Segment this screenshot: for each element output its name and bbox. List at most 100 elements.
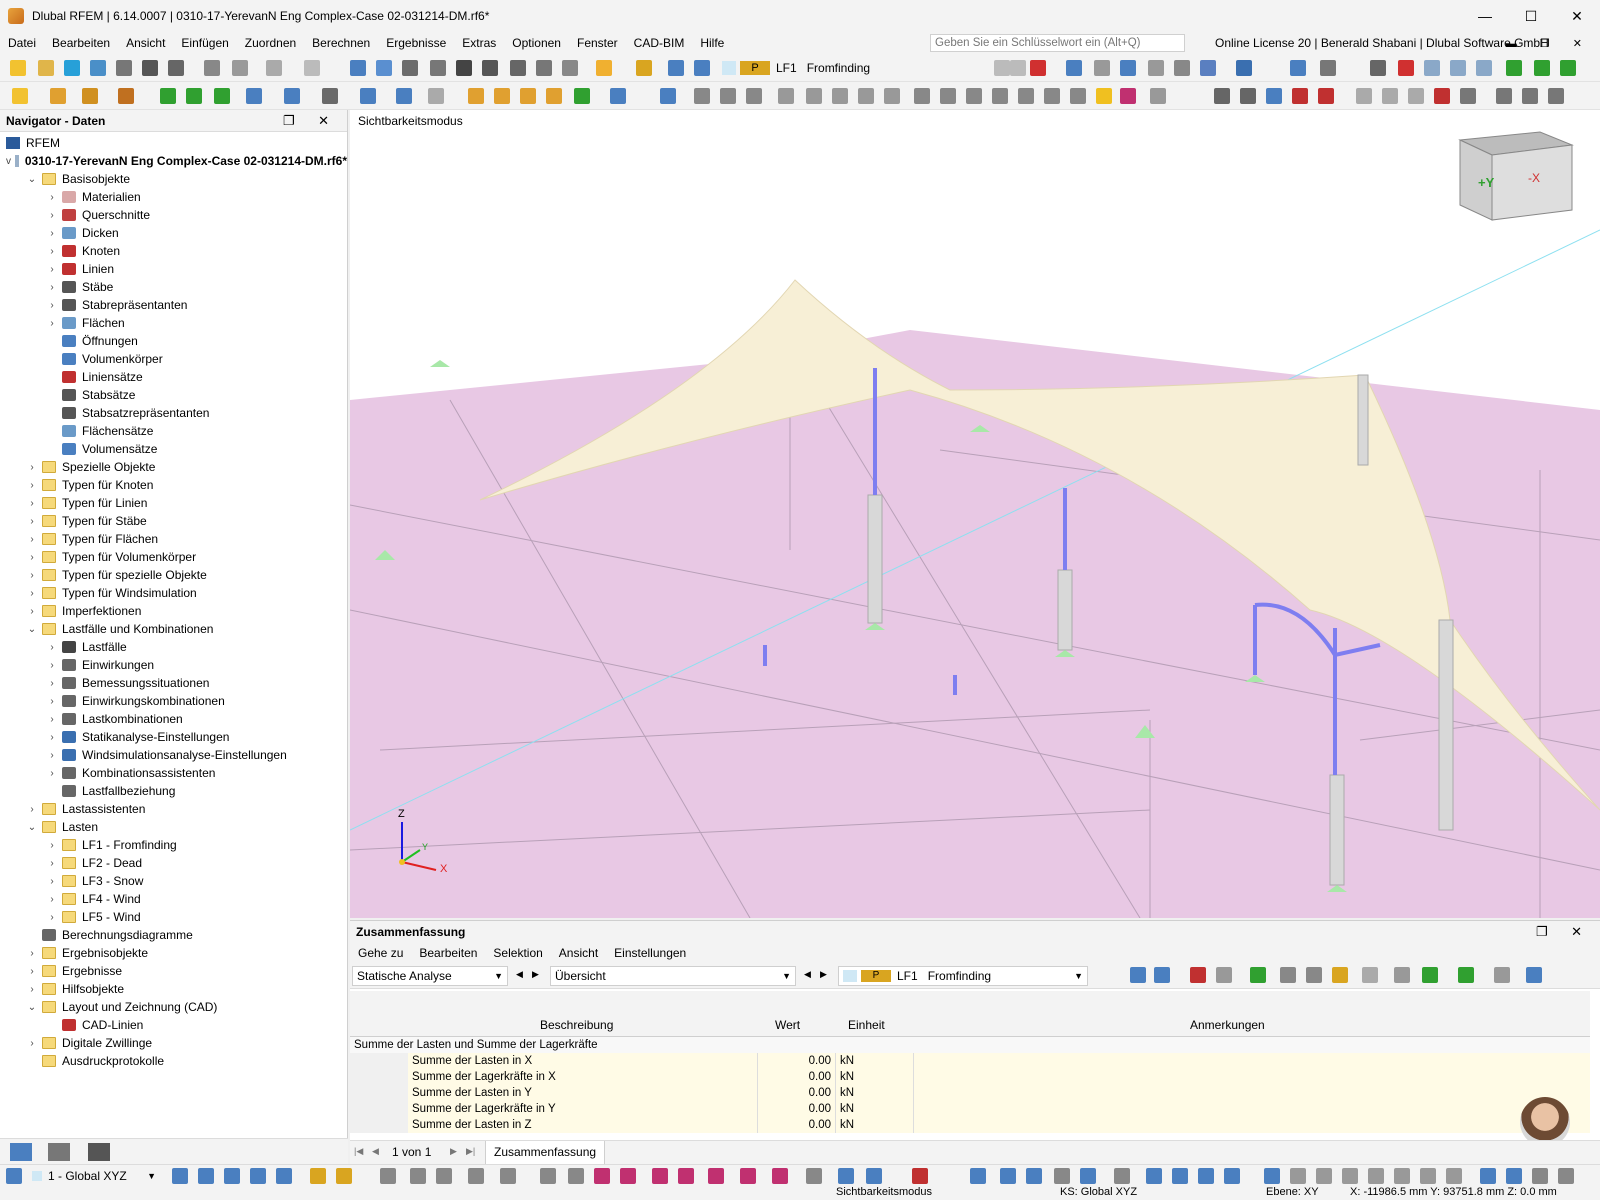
surface-load-icon[interactable]	[546, 88, 562, 104]
cloud-icon[interactable]	[64, 60, 80, 76]
symmetry-icon[interactable]	[1408, 88, 1424, 104]
line-load-icon[interactable]	[494, 88, 510, 104]
navigator-window-controls[interactable]: ❐ ✕	[283, 113, 339, 129]
expand-icon[interactable]: ›	[46, 246, 58, 257]
snap-end-icon[interactable]	[250, 1168, 266, 1184]
axis-y-icon[interactable]	[1534, 60, 1550, 76]
tree-item[interactable]: › Kombinationsassistenten	[0, 764, 347, 782]
spring-create-icon[interactable]	[214, 88, 230, 104]
keyword-search-input[interactable]: Geben Sie ein Schlüsselwort ein (Alt+Q)	[930, 34, 1185, 52]
expand-icon[interactable]: ›	[26, 570, 38, 581]
undo-icon[interactable]	[266, 60, 282, 76]
angle-tool-icon[interactable]	[336, 1168, 352, 1184]
settings-icon[interactable]	[1370, 60, 1386, 76]
tree-item[interactable]: › Imperfektionen	[0, 602, 347, 620]
animation-icon[interactable]	[1290, 60, 1306, 76]
tree-item[interactable]: ⌄ Lastfälle und Kombinationen	[0, 620, 347, 638]
grid-snap-toggle-icon[interactable]	[1000, 1168, 1016, 1184]
table-filter-icon[interactable]	[1526, 967, 1542, 983]
tree-item[interactable]: ⌄ Layout und Zeichnung (CAD)	[0, 998, 347, 1016]
expand-icon[interactable]: ›	[26, 498, 38, 509]
model-canvas[interactable]: +Y -X Z Y X	[350, 110, 1600, 918]
arc-draw-icon[interactable]	[468, 1168, 484, 1184]
menu-hilfe[interactable]: Hilfe	[692, 36, 732, 50]
expand-icon[interactable]: ›	[46, 192, 58, 203]
view-toggle-2-icon[interactable]	[1506, 1168, 1522, 1184]
expand-icon[interactable]: ›	[46, 768, 58, 779]
tree-item[interactable]: Liniensätze	[0, 368, 347, 386]
line-draw-icon[interactable]	[380, 1168, 396, 1184]
layer-2-icon[interactable]	[1522, 88, 1538, 104]
summary-menu-settings[interactable]: Einstellungen	[606, 946, 694, 960]
filter-icon[interactable]	[660, 88, 676, 104]
menu-zuordnen[interactable]: Zuordnen	[237, 36, 304, 50]
connect-icon[interactable]	[1070, 88, 1086, 104]
tree-item[interactable]: › Stäbe	[0, 278, 347, 296]
tree-item[interactable]: › Typen für Linien	[0, 494, 347, 512]
expand-icon[interactable]: ›	[46, 732, 58, 743]
tree-item[interactable]: › Stabrepräsentanten	[0, 296, 347, 314]
next-arrow-icon[interactable]: ▶	[532, 969, 539, 980]
offset-icon[interactable]	[1018, 88, 1034, 104]
expand-icon[interactable]: ›	[46, 912, 58, 923]
close-button[interactable]: ✕	[1554, 0, 1600, 32]
collapse-icon[interactable]: ⌄	[26, 822, 38, 833]
export-excel-icon[interactable]	[1422, 967, 1438, 983]
tree-item[interactable]: › LF3 - Snow	[0, 872, 347, 890]
console-icon[interactable]	[456, 60, 472, 76]
next-arrow-icon[interactable]: ▶	[820, 969, 827, 980]
tree-item[interactable]: Volumensätze	[0, 440, 347, 458]
expand-icon[interactable]: ›	[46, 264, 58, 275]
mast-5[interactable]	[1357, 374, 1369, 466]
solid-create-icon[interactable]	[322, 88, 338, 104]
polyline-draw-icon[interactable]	[410, 1168, 426, 1184]
layer-3-icon[interactable]	[1548, 88, 1564, 104]
dimension-tool-icon[interactable]	[310, 1168, 326, 1184]
menu-ansicht[interactable]: Ansicht	[118, 36, 173, 50]
rotate-icon[interactable]	[778, 88, 794, 104]
rotate-view-icon[interactable]	[1382, 88, 1398, 104]
grid-snap-icon[interactable]	[1214, 88, 1230, 104]
table-row[interactable]: Summe der Lagerkräfte in Y 0.00 kN	[350, 1101, 1590, 1117]
extend-icon[interactable]	[966, 88, 982, 104]
snap-toggle-6-icon[interactable]	[1290, 1168, 1306, 1184]
tree-item[interactable]: › LF5 - Wind	[0, 908, 347, 926]
dimension-icon[interactable]	[402, 60, 418, 76]
pin-icon[interactable]	[1120, 88, 1136, 104]
result-values-icon[interactable]	[1148, 60, 1164, 76]
ortho-icon[interactable]	[1054, 1168, 1070, 1184]
expand-icon[interactable]: ›	[46, 858, 58, 869]
calculator-icon[interactable]	[536, 60, 552, 76]
ellipse-draw-icon[interactable]	[652, 1168, 668, 1184]
new-file-icon[interactable]	[10, 60, 26, 76]
structure-icon[interactable]	[1250, 967, 1266, 983]
minimize-button[interactable]: —	[1462, 0, 1508, 32]
grid-view-icon[interactable]	[376, 60, 392, 76]
summary-menu-view[interactable]: Ansicht	[551, 946, 606, 960]
axis-z-icon[interactable]	[1506, 60, 1522, 76]
model-icon[interactable]	[90, 60, 106, 76]
tree-item[interactable]: › Einwirkungskombinationen	[0, 692, 347, 710]
summary-menu-goto[interactable]: Gehe zu	[350, 946, 411, 960]
opening-create-icon[interactable]	[284, 88, 300, 104]
expand-icon[interactable]: ›	[46, 660, 58, 671]
expand-icon[interactable]: ›	[46, 678, 58, 689]
spline-draw-icon[interactable]	[540, 1168, 556, 1184]
prev-arrow-icon[interactable]: ◀	[804, 969, 811, 980]
trim-icon[interactable]	[992, 88, 1008, 104]
axis-x-icon[interactable]	[1560, 60, 1576, 76]
node-tool-icon[interactable]	[1066, 60, 1082, 76]
view-toggle-4-icon[interactable]	[1558, 1168, 1574, 1184]
snap-toggle-4-icon[interactable]	[1224, 1168, 1240, 1184]
tree-item[interactable]: Stabsätze	[0, 386, 347, 404]
load-icon[interactable]	[428, 88, 444, 104]
cross-icon[interactable]	[1434, 88, 1450, 104]
load-case-prev-icon[interactable]	[668, 60, 684, 76]
move-icon[interactable]	[858, 88, 874, 104]
grid-toggle-icon[interactable]	[1320, 60, 1336, 76]
show-results-icon[interactable]	[1236, 60, 1252, 76]
first-page-icon[interactable]: |◀	[354, 1146, 363, 1157]
box-view-icon[interactable]	[1424, 60, 1440, 76]
mast-3[interactable]	[1329, 774, 1345, 886]
expand-icon[interactable]: ›	[26, 1038, 38, 1049]
